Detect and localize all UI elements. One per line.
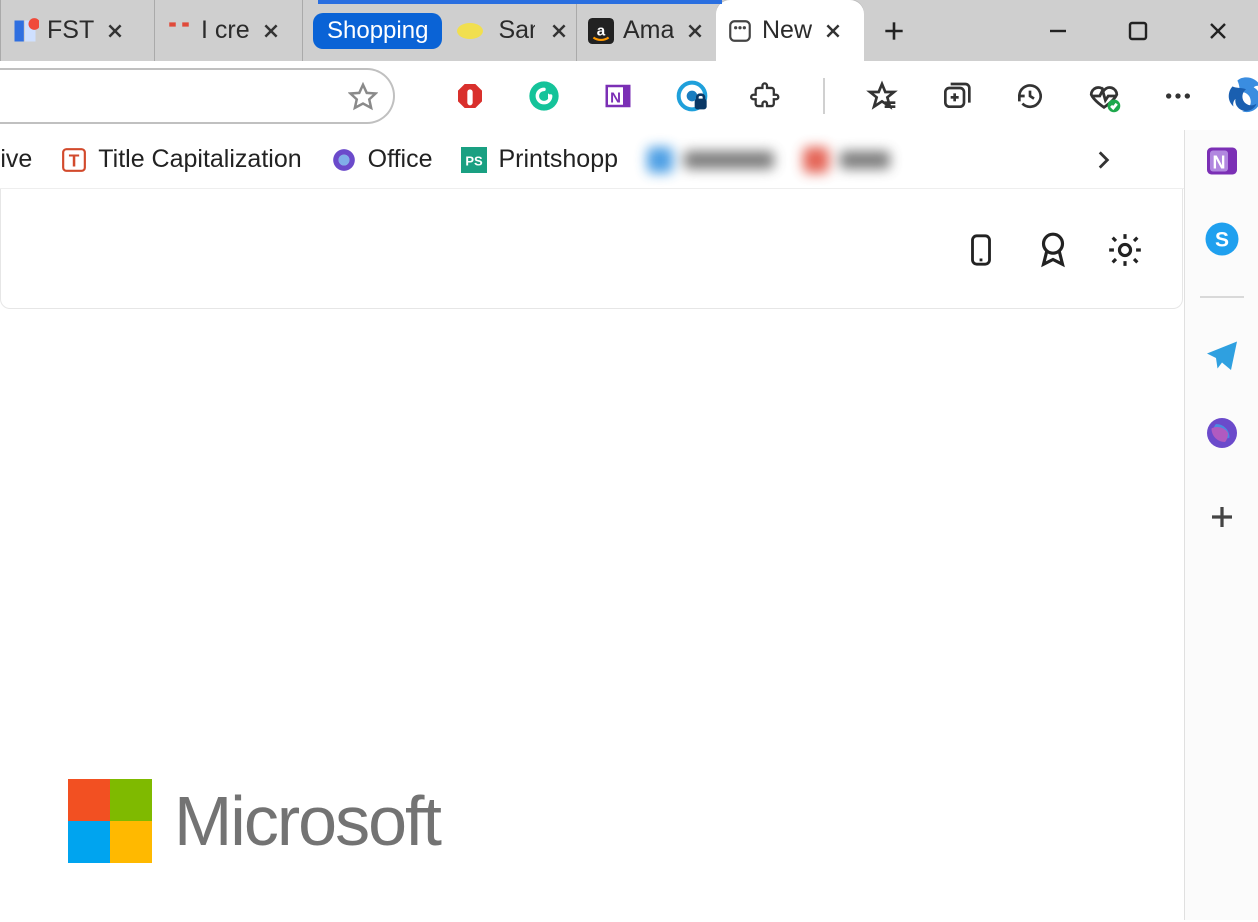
minimize-button[interactable] xyxy=(1018,0,1098,61)
office-icon xyxy=(330,146,358,174)
microsoft-tiles-icon xyxy=(68,779,152,863)
bookmark-blurred-2[interactable] xyxy=(802,146,890,174)
favorites-icon[interactable] xyxy=(865,79,899,113)
extensions-puzzle-icon[interactable] xyxy=(749,79,783,113)
bookmarks-bar: rive T Title Capitalization Office PS Pr… xyxy=(0,131,1258,189)
bookmark-office[interactable]: Office xyxy=(330,145,433,174)
edge-secure-icon[interactable] xyxy=(675,79,709,113)
tab-label: I cre xyxy=(201,16,250,45)
generic-icon xyxy=(646,146,674,174)
sidebar-divider xyxy=(1200,296,1244,298)
ntp-favicon xyxy=(726,17,754,45)
browser-health-icon[interactable] xyxy=(1087,79,1121,113)
sidebar-m365-icon[interactable] xyxy=(1201,412,1243,454)
close-window-button[interactable] xyxy=(1178,0,1258,61)
amazon-icon: a xyxy=(587,17,615,45)
svg-text:N: N xyxy=(1212,153,1225,173)
new-tab-button[interactable] xyxy=(864,0,924,61)
extension-icons: N xyxy=(453,78,1195,114)
bookmark-label: Office xyxy=(368,145,433,174)
tab-close-button[interactable] xyxy=(682,18,708,44)
onenote-clipper-icon[interactable]: N xyxy=(601,79,635,113)
browser-toolbar: N xyxy=(0,61,1258,131)
tab-label: FST xyxy=(47,16,94,45)
sidebar-onenote-icon[interactable]: N xyxy=(1201,140,1243,182)
svg-text:S: S xyxy=(1214,229,1228,252)
tab-new-active[interactable]: New xyxy=(716,0,864,61)
tab-favicon xyxy=(11,17,39,45)
page-content: Microsoft xyxy=(0,189,1258,922)
grammarly-icon[interactable] xyxy=(527,79,561,113)
sidebar-skype-icon[interactable]: S xyxy=(1201,218,1243,260)
title-cap-icon: T xyxy=(60,146,88,174)
rewards-icon[interactable] xyxy=(1032,229,1074,271)
tab-label: Sam xyxy=(498,16,535,45)
bookmark-drive[interactable]: rive xyxy=(0,145,32,174)
svg-text:T: T xyxy=(69,150,80,170)
maximize-button[interactable] xyxy=(1098,0,1178,61)
tab-close-button[interactable] xyxy=(549,18,568,44)
collections-icon[interactable] xyxy=(939,79,973,113)
history-icon[interactable] xyxy=(1013,79,1047,113)
address-bar[interactable] xyxy=(0,68,395,124)
more-menu-icon[interactable] xyxy=(1161,79,1195,113)
bookmark-label: rive xyxy=(0,145,32,174)
tab-label: New xyxy=(762,16,812,45)
microsoft-logo: Microsoft xyxy=(68,779,440,863)
settings-gear-icon[interactable] xyxy=(1104,229,1146,271)
tab-close-button[interactable] xyxy=(258,18,284,44)
tab-amazon[interactable]: a Ama xyxy=(576,0,716,61)
bookmark-printshop[interactable]: PS Printshopp xyxy=(460,145,618,174)
adblock-icon[interactable] xyxy=(453,79,487,113)
ntp-action-panel xyxy=(0,189,1183,309)
mobile-icon[interactable] xyxy=(960,229,1002,271)
bookmark-blurred-1[interactable] xyxy=(646,146,774,174)
printshop-icon: PS xyxy=(460,146,488,174)
sidebar-telegram-icon[interactable] xyxy=(1201,334,1243,376)
microsoft-wordmark: Microsoft xyxy=(174,781,440,861)
toolbar-divider xyxy=(823,78,825,114)
tab-icre[interactable]: I cre xyxy=(154,0,302,61)
address-input[interactable] xyxy=(0,70,345,122)
blurred-label xyxy=(840,151,890,169)
svg-text:a: a xyxy=(597,22,606,39)
copilot-icon[interactable] xyxy=(1223,70,1258,122)
sidebar-add-button[interactable] xyxy=(1201,496,1243,538)
svg-text:N: N xyxy=(610,89,621,106)
generic-icon xyxy=(802,146,830,174)
svg-text:PS: PS xyxy=(466,153,484,168)
tab-label: Ama xyxy=(623,16,674,45)
bookmarks-overflow-chevron-icon[interactable] xyxy=(1088,145,1118,175)
tab-fst[interactable]: FST xyxy=(0,0,154,61)
tab-close-button[interactable] xyxy=(820,18,846,44)
bookmark-label: Title Capitalization xyxy=(98,145,301,174)
tab-loading-indicator xyxy=(318,0,722,4)
tab-favicon xyxy=(456,17,484,45)
blurred-label xyxy=(684,151,774,169)
edge-sidebar: N S xyxy=(1184,130,1258,920)
shopping-chip[interactable]: Shopping xyxy=(313,13,442,49)
tab-close-button[interactable] xyxy=(102,18,128,44)
favorite-star-icon[interactable] xyxy=(345,78,381,114)
bookmark-label: Printshopp xyxy=(498,145,618,174)
bookmark-title-capitalization[interactable]: T Title Capitalization xyxy=(60,145,301,174)
window-controls xyxy=(1018,0,1258,61)
tab-shopping-sam[interactable]: Shopping Sam xyxy=(302,0,576,61)
tab-favicon xyxy=(165,17,193,45)
tab-strip: FST I cre Shopping Sam a Ama xyxy=(0,0,1258,61)
